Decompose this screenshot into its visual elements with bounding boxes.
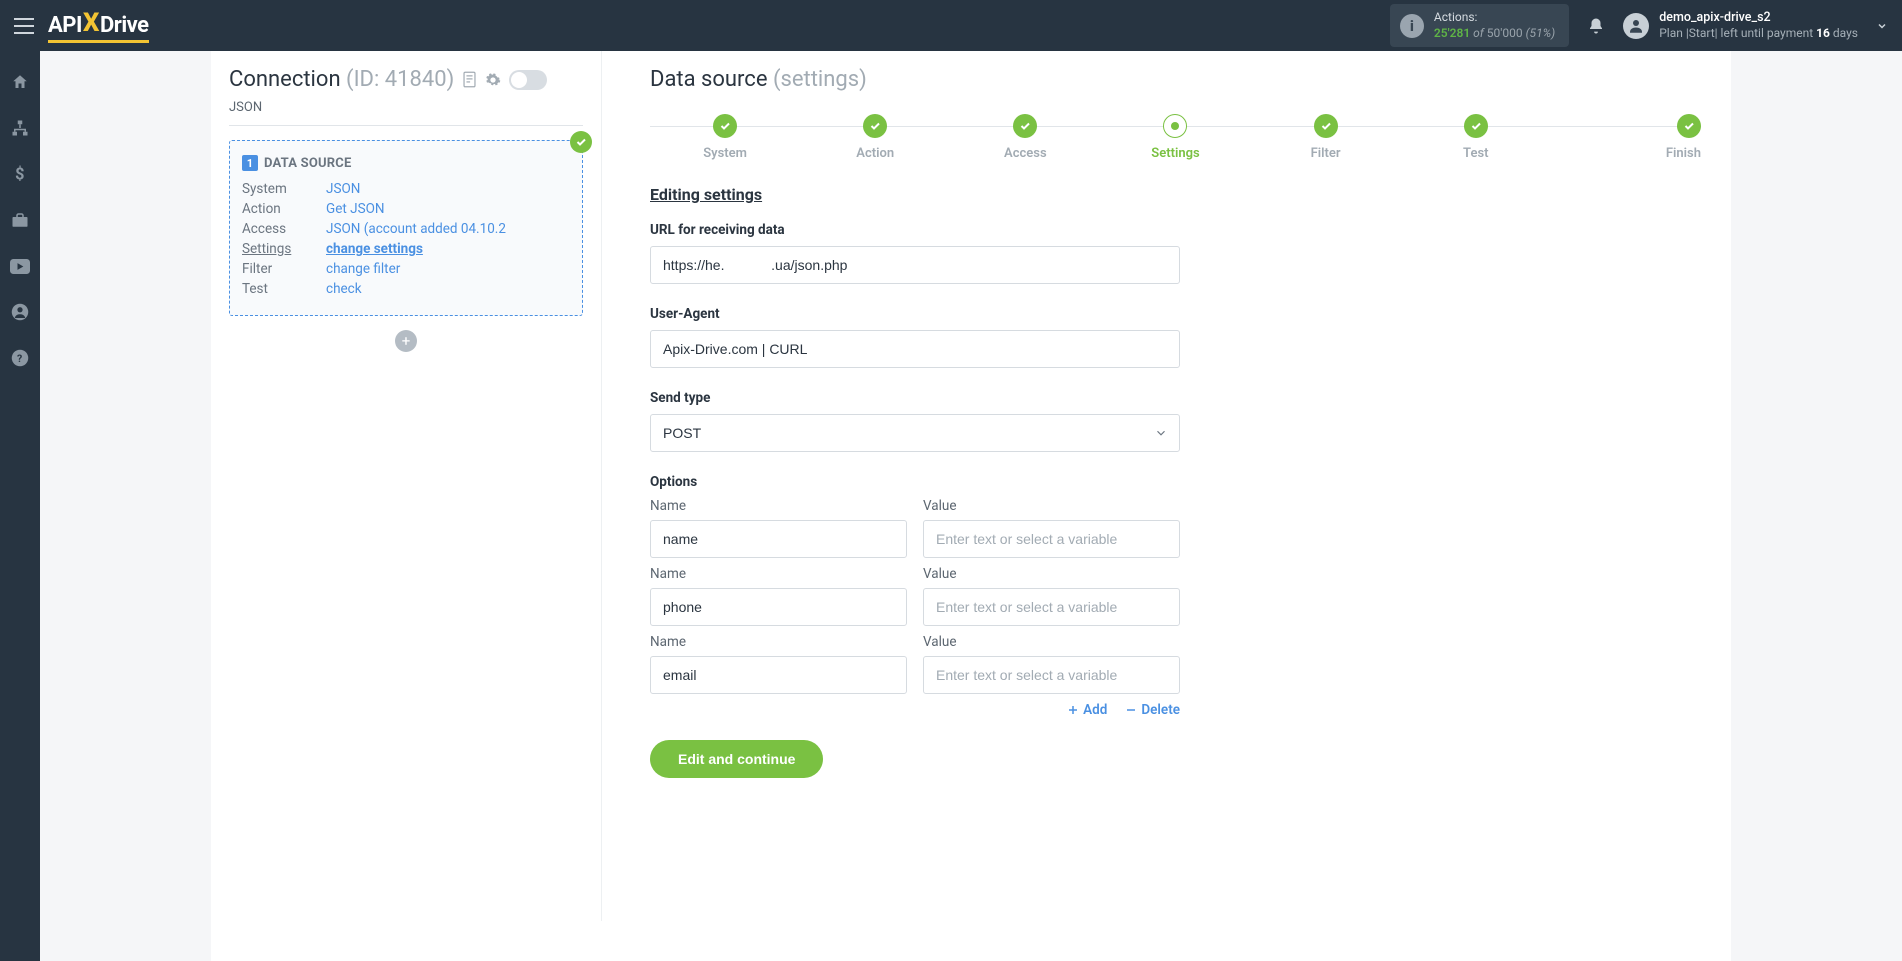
svg-text:$: $ — [15, 165, 24, 183]
option-name-label: Name — [650, 634, 907, 650]
url-input[interactable] — [650, 246, 1180, 284]
useragent-input[interactable] — [650, 330, 1180, 368]
connection-subtitle: JSON — [229, 100, 583, 126]
stepper: System Action Access Settings — [650, 114, 1701, 161]
step-settings[interactable]: Settings — [1100, 114, 1250, 161]
bell-icon[interactable] — [1587, 16, 1605, 36]
user-plan: Plan |Start| left until payment 16 days — [1659, 26, 1858, 42]
option-name-input[interactable] — [650, 520, 907, 558]
useragent-label: User-Agent — [650, 306, 1180, 322]
ds-test-link[interactable]: check — [326, 281, 570, 297]
actions-counter[interactable]: i Actions: 25'281 of 50'000 (51%) — [1390, 4, 1569, 47]
doc-icon[interactable] — [462, 71, 477, 88]
svg-text:?: ? — [17, 352, 22, 365]
add-option-button[interactable]: Add — [1067, 702, 1107, 718]
nav-sitemap-icon[interactable] — [9, 117, 31, 139]
ds-action-link[interactable]: Get JSON — [326, 201, 570, 217]
ds-system-label: System — [242, 181, 326, 197]
topbar: APIXDrive i Actions: 25'281 of 50'000 (5… — [0, 0, 1902, 51]
ds-access-link[interactable]: JSON (account added 04.10.2 — [326, 221, 570, 237]
connection-toggle[interactable] — [509, 70, 547, 90]
option-row: Name Value — [650, 566, 1180, 626]
option-value-label: Value — [923, 634, 1180, 650]
option-name-input[interactable] — [650, 588, 907, 626]
nav-home-icon[interactable] — [9, 71, 31, 93]
options-heading: Options — [650, 474, 1180, 490]
sidenav: $ ? — [0, 51, 40, 961]
ds-access-label: Access — [242, 221, 326, 237]
check-icon — [570, 131, 592, 153]
option-row: Name Value — [650, 498, 1180, 558]
option-name-label: Name — [650, 566, 907, 582]
chevron-down-icon — [1876, 20, 1888, 32]
step-test[interactable]: Test — [1401, 114, 1551, 161]
page-title: Data source (settings) — [650, 67, 1701, 92]
nav-youtube-icon[interactable] — [9, 255, 31, 277]
option-name-label: Name — [650, 498, 907, 514]
connection-title: Connection (ID: 41840) — [229, 67, 454, 92]
ds-settings-label: Settings — [242, 241, 326, 257]
actions-label: Actions: — [1434, 10, 1555, 26]
option-name-input[interactable] — [650, 656, 907, 694]
step-access[interactable]: Access — [950, 114, 1100, 161]
ds-action-label: Action — [242, 201, 326, 217]
sendtype-label: Send type — [650, 390, 1180, 406]
nav-dollar-icon[interactable]: $ — [9, 163, 31, 185]
gear-icon[interactable] — [485, 72, 501, 88]
url-label: URL for receiving data — [650, 222, 1180, 238]
nav-user-icon[interactable] — [9, 301, 31, 323]
add-step-button[interactable]: + — [395, 330, 417, 352]
ds-badge: 1 — [242, 155, 258, 171]
ds-filter-link[interactable]: change filter — [326, 261, 570, 277]
edit-continue-button[interactable]: Edit and continue — [650, 740, 823, 778]
actions-count: 25'281 — [1434, 26, 1470, 40]
option-row: Name Value — [650, 634, 1180, 694]
nav-briefcase-icon[interactable] — [9, 209, 31, 231]
step-action[interactable]: Action — [800, 114, 950, 161]
ds-filter-label: Filter — [242, 261, 326, 277]
ds-system-link[interactable]: JSON — [326, 181, 570, 197]
ds-test-label: Test — [242, 281, 326, 297]
step-finish[interactable]: Finish — [1551, 114, 1701, 161]
menu-toggle[interactable] — [14, 18, 34, 34]
option-value-label: Value — [923, 566, 1180, 582]
delete-option-button[interactable]: Delete — [1125, 702, 1180, 718]
option-value-input[interactable] — [923, 588, 1180, 626]
option-value-input[interactable] — [923, 520, 1180, 558]
data-source-card: 1 DATA SOURCE System JSON Action Get JSO… — [229, 140, 583, 316]
step-filter[interactable]: Filter — [1251, 114, 1401, 161]
user-menu[interactable]: demo_apix-drive_s2 Plan |Start| left unt… — [1623, 10, 1888, 42]
logo[interactable]: APIXDrive — [48, 9, 149, 43]
ds-title-text: DATA SOURCE — [264, 156, 352, 171]
step-system[interactable]: System — [650, 114, 800, 161]
section-heading: Editing settings — [650, 185, 1701, 204]
option-value-input[interactable] — [923, 656, 1180, 694]
info-icon: i — [1400, 14, 1424, 38]
sendtype-select[interactable] — [650, 414, 1180, 452]
ds-settings-link[interactable]: change settings — [326, 241, 570, 257]
avatar-icon — [1623, 13, 1649, 39]
user-name: demo_apix-drive_s2 — [1659, 10, 1858, 26]
option-value-label: Value — [923, 498, 1180, 514]
nav-help-icon[interactable]: ? — [9, 347, 31, 369]
